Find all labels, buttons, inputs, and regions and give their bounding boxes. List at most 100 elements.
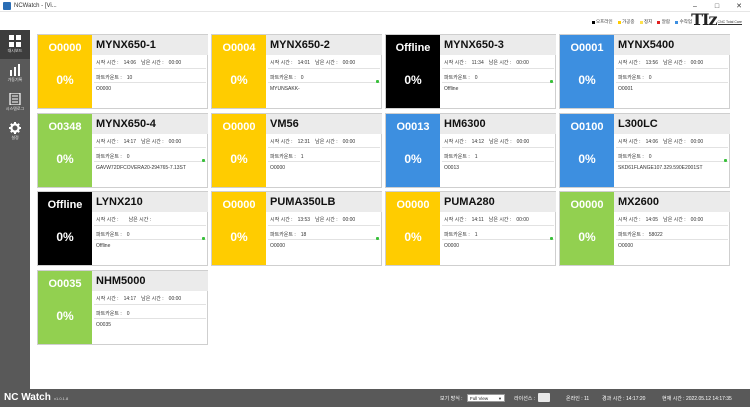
time-row: 시작 시간 : 14:06 남은 시간 : 00:00 <box>618 138 708 145</box>
parts-row: 파트카운트 : 18 <box>270 231 311 238</box>
start-label: 시작 시간 : <box>96 217 119 223</box>
program-code: O0000 <box>48 42 82 54</box>
remain-time: 00:00 <box>342 139 356 145</box>
online-indicator <box>724 159 727 162</box>
remain-label: 남은 시간 : <box>663 139 686 145</box>
progress-percent: 0% <box>56 230 74 244</box>
parts-count: 0 <box>474 75 478 81</box>
parts-count: 1 <box>300 154 304 160</box>
divider <box>268 147 380 148</box>
remain-label: 남은 시간 : <box>663 217 686 223</box>
machine-card[interactable]: O0035 0% NHM5000 시작 시간 : 14:17 남은 시간 : 00:00 파트… <box>37 270 208 345</box>
program-code: O0000 <box>570 199 604 211</box>
start-label: 시작 시간 : <box>270 217 293 223</box>
start-time: 14:05 <box>645 217 659 223</box>
parts-row: 파트카운트 : 0 <box>444 74 483 81</box>
time-row: 시작 시간 : 14:17 남은 시간 : 00:00 <box>96 295 186 302</box>
parts-count: 0 <box>126 154 130 160</box>
start-time: 12:31 <box>297 139 311 145</box>
machine-card[interactable]: O0000 0% VM56 시작 시간 : 12:31 남은 시간 : 00:00 파트카운트… <box>211 113 382 188</box>
machine-name: MX2600 <box>618 196 659 208</box>
divider <box>616 239 728 240</box>
parts-label: 파트카운트 : <box>96 75 122 81</box>
online-indicator <box>376 237 379 240</box>
parts-row: 파트카운트 : 0 <box>270 74 309 81</box>
parts-row: 파트카운트 : 10 <box>96 74 137 81</box>
remain-label: 남은 시간 : <box>141 296 164 302</box>
parts-row: 파트카운트 : 58022 <box>618 231 668 238</box>
program-name: O0000 <box>444 243 460 249</box>
parts-row: 파트카운트 : 0 <box>96 310 135 317</box>
start-label: 시작 시간 : <box>270 139 293 145</box>
divider <box>616 82 728 83</box>
machine-card[interactable]: Offline 0% MYNX650-3 시작 시간 : 11:34 남은 시간 : 00:… <box>385 34 556 109</box>
title-bar: NCWatch - [Vi... – □ ✕ <box>0 0 750 12</box>
machine-card[interactable]: O0000 0% PUMA350LB 시작 시간 : 13:53 남은 시간 : 00:00… <box>211 191 382 266</box>
program-name: Offline <box>444 86 459 92</box>
license-icon[interactable] <box>538 393 550 402</box>
time-row: 시작 시간 : 14:01 남은 시간 : 00:00 <box>270 59 360 66</box>
machine-name: L300LC <box>618 118 658 130</box>
online-indicator <box>202 159 205 162</box>
divider <box>94 161 206 162</box>
divider <box>616 68 728 69</box>
parts-label: 파트카운트 : <box>270 154 296 160</box>
start-label: 시작 시간 : <box>96 296 119 302</box>
program-name: SKD61FLANGE107.329.590E2001ST <box>618 165 703 171</box>
time-row: 시작 시간 : 14:12 남은 시간 : 00:00 <box>444 138 534 145</box>
parts-row: 파트카운트 : 1 <box>444 231 483 238</box>
machine-name: NHM5000 <box>96 275 146 287</box>
machine-card[interactable]: O0000 0% MYNX650-1 시작 시간 : 14:06 남은 시간 : 00:00… <box>37 34 208 109</box>
chart-icon <box>10 64 20 76</box>
start-label: 시작 시간 : <box>618 60 641 66</box>
close-icon[interactable]: ✕ <box>728 0 750 12</box>
machine-name: MYNX650-2 <box>270 39 330 51</box>
remain-time: 00:00 <box>342 60 356 66</box>
remain-label: 남은 시간 : <box>663 60 686 66</box>
progress-percent: 0% <box>404 152 422 166</box>
divider <box>616 161 728 162</box>
progress-percent: 0% <box>404 73 422 87</box>
parts-count: 0 <box>126 311 130 317</box>
machine-card[interactable]: O0013 0% HM6300 시작 시간 : 14:12 남은 시간 : 00:00 파트카… <box>385 113 556 188</box>
parts-label: 파트카운트 : <box>270 75 296 81</box>
sidebar-item-label: 가동기록 <box>7 77 23 82</box>
sidebar-item-settings[interactable]: 설정 <box>0 117 30 146</box>
machine-card[interactable]: Offline 0% LYNX210 시작 시간 : 남은 시간 : 파트카운트 : 0 Of… <box>37 191 208 266</box>
start-label: 시작 시간 : <box>444 60 467 66</box>
start-time: 14:06 <box>123 60 137 66</box>
legend-item: 가공중 <box>617 19 635 25</box>
logo-subtitle: CNC Total Care <box>717 20 742 25</box>
legend-item: 알람 <box>657 19 670 25</box>
parts-label: 파트카운트 : <box>270 232 296 238</box>
machine-card[interactable]: O0004 0% MYNX650-2 시작 시간 : 14:01 남은 시간 : 00:00… <box>211 34 382 109</box>
parts-count: 58022 <box>648 232 663 238</box>
sidebar: 대시보드 가동기록 시스템로그 설정 <box>0 30 30 389</box>
parts-label: 파트카운트 : <box>96 311 122 317</box>
machine-card[interactable]: O0100 0% L300LC 시작 시간 : 14:06 남은 시간 : 00:00 파트카… <box>559 113 730 188</box>
parts-count: 1 <box>474 232 478 238</box>
progress-percent: 0% <box>230 73 248 87</box>
parts-count: 18 <box>300 232 307 238</box>
time-row: 시작 시간 : 11:34 남은 시간 : 00:00 <box>444 59 534 66</box>
remain-time: 00:00 <box>168 139 182 145</box>
machine-card[interactable]: O0000 0% MX2600 시작 시간 : 14:05 남은 시간 : 00:00 파트카… <box>559 191 730 266</box>
start-time: 11:34 <box>471 60 484 66</box>
sidebar-item-history[interactable]: 가동기록 <box>0 59 30 88</box>
remain-time: 00:00 <box>690 139 704 145</box>
time-row: 시작 시간 : 14:05 남은 시간 : 00:00 <box>618 216 708 223</box>
remain-label: 남은 시간 : <box>315 60 338 66</box>
progress-percent: 0% <box>56 73 74 87</box>
progress-percent: 0% <box>56 152 74 166</box>
brand-name: NC Watch <box>4 392 51 403</box>
program-name: Offline <box>96 243 111 249</box>
legend-label: 가공중 <box>622 19 635 24</box>
sidebar-item-dashboard[interactable]: 대시보드 <box>0 30 30 59</box>
view-mode-select[interactable]: Full View ▼ <box>467 394 505 402</box>
progress-percent: 0% <box>56 309 74 323</box>
machine-card[interactable]: O0000 0% PUMA280 시작 시간 : 14:11 남은 시간 : 00:00 파트… <box>385 191 556 266</box>
divider <box>268 82 380 83</box>
machine-card[interactable]: O0348 0% MYNX650-4 시작 시간 : 14:17 남은 시간 : 00:00… <box>37 113 208 188</box>
machine-card[interactable]: O0001 0% MYNX5400 시작 시간 : 13:56 남은 시간 : 00:00 파… <box>559 34 730 109</box>
sidebar-item-log[interactable]: 시스템로그 <box>0 88 30 117</box>
